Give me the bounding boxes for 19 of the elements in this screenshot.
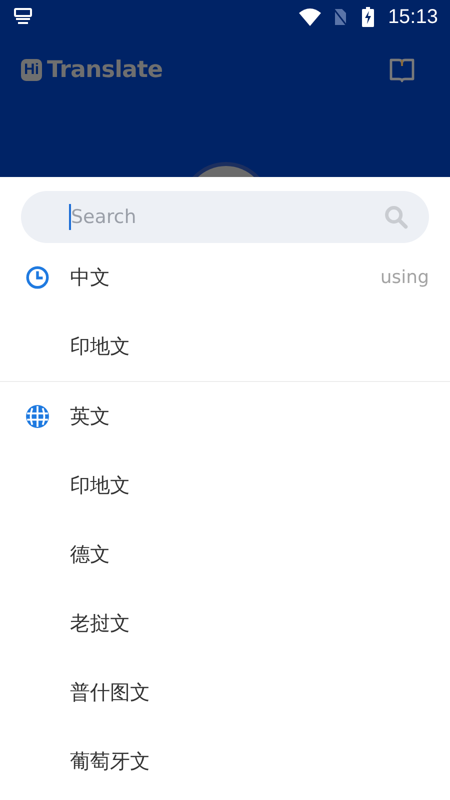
book-icon[interactable]	[388, 57, 416, 83]
search-icon	[383, 204, 409, 230]
language-item[interactable]: 葡萄牙文	[0, 727, 450, 796]
language-item[interactable]: 中文 using	[0, 243, 450, 312]
language-item[interactable]: 印地文	[0, 451, 450, 520]
app-title: Translate	[47, 57, 163, 83]
logo-badge: Hi	[21, 59, 42, 81]
globe-icon	[25, 404, 50, 429]
language-item[interactable]: 老挝文	[0, 589, 450, 658]
language-item[interactable]: 印地文	[0, 312, 450, 381]
search-field[interactable]: Search	[21, 191, 429, 243]
language-item[interactable]: 英文	[0, 382, 450, 451]
language-item[interactable]: 德文	[0, 520, 450, 589]
clock-icon	[25, 265, 50, 290]
status-label: using	[380, 267, 429, 288]
wifi-icon	[298, 7, 322, 27]
notification-icon	[13, 7, 33, 27]
language-item[interactable]: 普什图文	[0, 658, 450, 727]
clock-time: 15:13	[388, 6, 438, 28]
